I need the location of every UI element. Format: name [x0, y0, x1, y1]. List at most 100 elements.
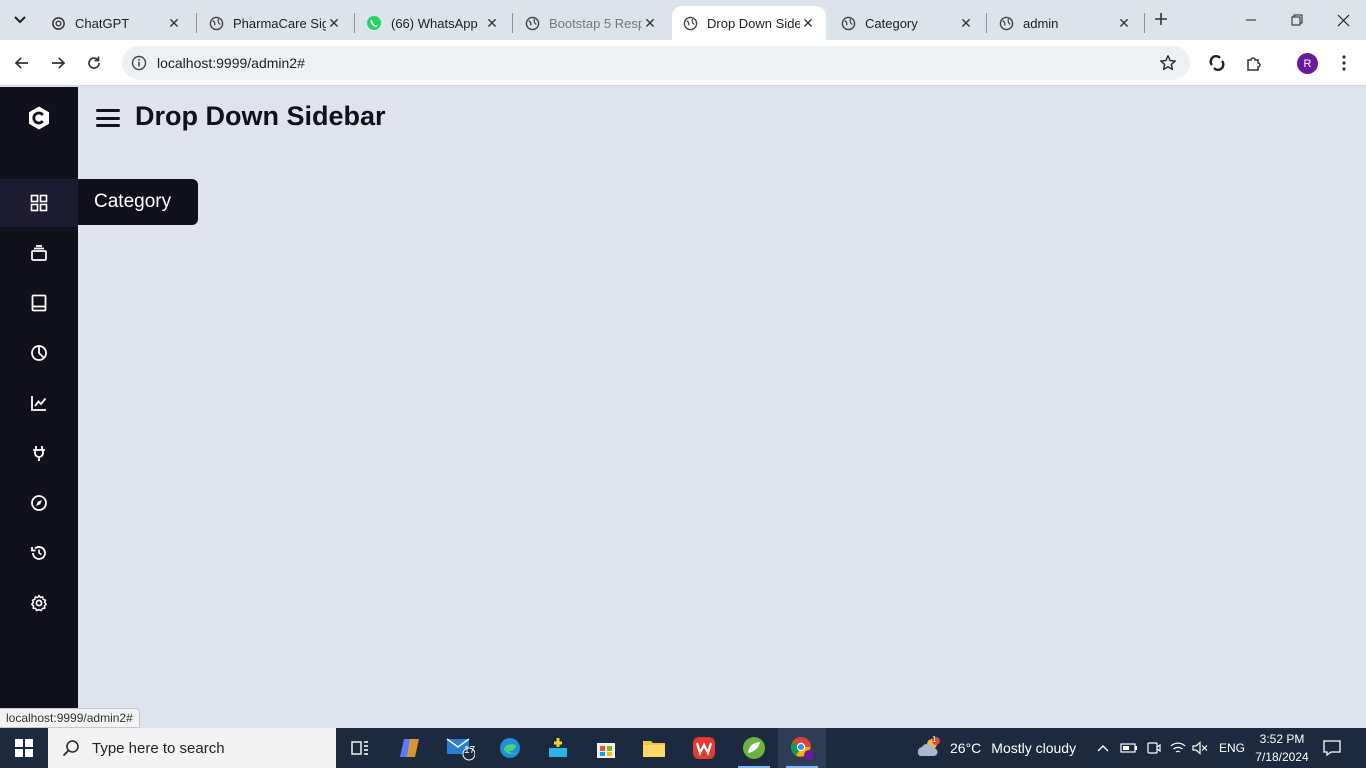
- tab-search-button[interactable]: [8, 8, 32, 32]
- close-tab-icon[interactable]: ✕: [326, 15, 342, 31]
- sidebar-tooltip: Category: [78, 179, 198, 225]
- wifi-icon: [1170, 742, 1186, 753]
- app-installer-icon: [549, 738, 567, 757]
- tab-category[interactable]: Category ✕: [830, 6, 984, 40]
- sidebar-item-compass[interactable]: [0, 479, 78, 527]
- arrow-left-icon: [14, 57, 28, 69]
- close-tab-icon[interactable]: ✕: [642, 15, 658, 31]
- restore-icon: [1291, 14, 1303, 26]
- microsoft-store-app[interactable]: [582, 728, 630, 768]
- tab-separator: [512, 13, 513, 33]
- clock-time: 3:52 PM: [1259, 732, 1305, 746]
- tab-title: Category: [865, 15, 918, 31]
- notification-icon: [1323, 740, 1341, 757]
- history-icon: [31, 546, 46, 560]
- menu-toggle-icon[interactable]: [96, 107, 120, 129]
- reload-button[interactable]: [82, 51, 106, 75]
- volume-status[interactable]: [1192, 728, 1208, 768]
- store-app[interactable]: [534, 728, 582, 768]
- task-view-button[interactable]: [336, 728, 384, 768]
- tab-title: ChatGPT: [75, 15, 130, 31]
- bookmark-star-icon[interactable]: [1158, 53, 1178, 73]
- sidebar-item-category[interactable]: [0, 179, 78, 227]
- task-view-icon: [351, 741, 368, 755]
- tab-chatgpt[interactable]: ChatGPT ✕: [40, 6, 192, 40]
- mail-app[interactable]: 17: [436, 728, 484, 768]
- link-status-bubble: localhost:9999/admin2#: [0, 708, 140, 728]
- close-tab-icon[interactable]: ✕: [800, 15, 816, 31]
- tab-admin[interactable]: admin ✕: [988, 6, 1142, 40]
- weather-widget[interactable]: 1 26°C Mostly cloudy: [916, 728, 1076, 768]
- new-tab-button[interactable]: [1150, 8, 1172, 30]
- plug-icon: [33, 446, 45, 461]
- show-hidden-icons-button[interactable]: [1096, 728, 1110, 768]
- globe-icon: [998, 15, 1014, 31]
- file-explorer-app[interactable]: [630, 728, 678, 768]
- sidebar-item-pie-chart[interactable]: [0, 329, 78, 377]
- sidebar-item-line-chart[interactable]: [0, 379, 78, 427]
- spring-leaf-icon: [743, 737, 765, 759]
- weather-badge: 1: [932, 735, 937, 744]
- tab-drop-down-sidebar[interactable]: Drop Down Side ✕: [672, 6, 826, 40]
- profile-avatar[interactable]: R: [1297, 53, 1318, 74]
- hamburger-line: [96, 109, 120, 112]
- close-window-button[interactable]: [1320, 0, 1366, 40]
- close-tab-icon[interactable]: ✕: [1116, 15, 1132, 31]
- hamburger-line: [96, 116, 120, 120]
- tab-bootstrap[interactable]: Bootstap 5 Resp ✕: [514, 6, 668, 40]
- edge-app[interactable]: [486, 728, 534, 768]
- microsoft-store-icon: [597, 743, 615, 758]
- pie-chart-icon: [31, 345, 47, 361]
- language-indicator[interactable]: ENG: [1219, 728, 1245, 768]
- tab-separator: [354, 13, 355, 33]
- chevron-up-icon: [1097, 745, 1109, 752]
- wps-office-app[interactable]: [680, 728, 728, 768]
- address-bar[interactable]: localhost:9999/admin2#: [122, 46, 1190, 80]
- tab-separator: [986, 13, 987, 33]
- close-tab-icon[interactable]: ✕: [484, 15, 500, 31]
- clock[interactable]: 3:52 PM 7/18/2024: [1250, 730, 1314, 766]
- hamburger-line: [96, 124, 120, 127]
- notification-center-button[interactable]: [1322, 728, 1342, 768]
- meet-now-status[interactable]: [1146, 728, 1162, 768]
- start-button[interactable]: [0, 728, 48, 768]
- close-icon: [1337, 14, 1349, 26]
- back-button[interactable]: [10, 51, 34, 75]
- restore-button[interactable]: [1274, 0, 1320, 40]
- camera-icon: [1147, 742, 1161, 754]
- sidebar-item-plug[interactable]: [0, 429, 78, 477]
- minimize-button[interactable]: [1228, 0, 1274, 40]
- chrome-app[interactable]: [778, 728, 826, 768]
- sidebar: [0, 87, 78, 728]
- close-tab-icon[interactable]: ✕: [958, 15, 974, 31]
- spring-tool-app[interactable]: [730, 728, 778, 768]
- battery-status[interactable]: [1120, 728, 1138, 768]
- extensions-puzzle-icon[interactable]: [1242, 51, 1266, 75]
- layers-icon: [31, 245, 47, 261]
- forward-button[interactable]: [46, 51, 70, 75]
- site-info-icon[interactable]: [130, 54, 148, 72]
- taskbar-search[interactable]: Type here to search: [48, 728, 336, 768]
- arrow-right-icon: [52, 57, 66, 69]
- search-placeholder: Type here to search: [92, 739, 225, 757]
- sidebar-item-book[interactable]: [0, 279, 78, 327]
- brand-logo-icon[interactable]: [26, 105, 52, 131]
- sidebar-item-layers[interactable]: [0, 229, 78, 277]
- wps-office-icon: [693, 737, 715, 759]
- page-title: Drop Down Sidebar: [135, 101, 386, 131]
- kebab-menu-icon[interactable]: [1332, 51, 1356, 75]
- sidebar-item-history[interactable]: [0, 529, 78, 577]
- search-icon: [62, 740, 79, 757]
- extension-sync-icon[interactable]: [1205, 51, 1229, 75]
- edge-icon: [500, 738, 520, 758]
- tab-title: Drop Down Side: [707, 15, 800, 31]
- tab-title: (66) WhatsApp: [391, 15, 478, 31]
- cloudy-weather-icon: [917, 737, 940, 756]
- copilot-app[interactable]: [386, 728, 434, 768]
- windows-taskbar: Type here to search 17 1 26°C Mostly clo…: [0, 728, 1366, 768]
- close-tab-icon[interactable]: ✕: [166, 15, 182, 31]
- tab-pharmacare[interactable]: PharmaCare Sig ✕: [198, 6, 352, 40]
- sidebar-item-settings[interactable]: [0, 579, 78, 627]
- network-status[interactable]: [1170, 728, 1186, 768]
- tab-whatsapp[interactable]: (66) WhatsApp ✕: [356, 6, 510, 40]
